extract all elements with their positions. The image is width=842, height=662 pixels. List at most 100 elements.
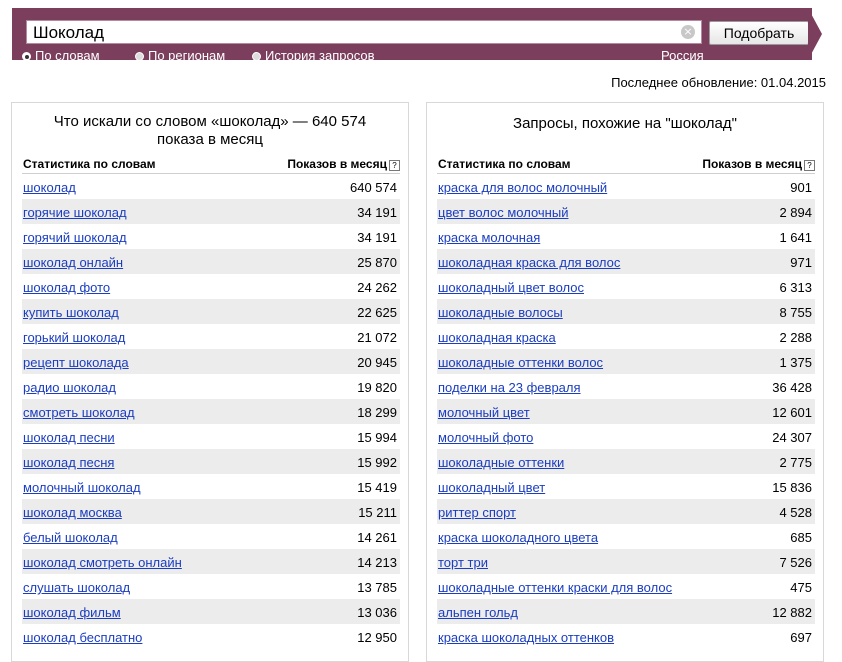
table-header: Статистика по словам Показов в месяц? (437, 155, 815, 174)
table-row: шоколадные оттенки краски для волос 475 (437, 574, 815, 599)
keyword-link[interactable]: шоколад (23, 180, 76, 195)
table-row: риттер спорт 4 528 (437, 499, 815, 524)
keyword-link[interactable]: шоколадный цвет волос (438, 280, 584, 295)
keyword-link[interactable]: шоколадные оттенки (438, 455, 564, 470)
table-row: торт три 7 526 (437, 549, 815, 574)
mode-query-history[interactable]: История запросов (252, 48, 375, 64)
keyword-link[interactable]: горячие шоколад (23, 205, 127, 220)
keyword-link[interactable]: поделки на 23 февраля (438, 380, 581, 395)
search-header: Шоколад × Подобрать По словам По региона… (12, 8, 812, 64)
table-row: шоколад бесплатно 12 950 (22, 624, 400, 649)
table-row: горячие шоколад 34 191 (22, 199, 400, 224)
keyword-link[interactable]: белый шоколад (23, 530, 118, 545)
table-row: слушать шоколад 13 785 (22, 574, 400, 599)
keyword-link[interactable]: шоколад смотреть онлайн (23, 555, 182, 570)
table-row: купить шоколад 22 625 (22, 299, 400, 324)
keyword-link[interactable]: молочный цвет (438, 405, 530, 420)
radio-icon[interactable] (135, 52, 144, 61)
table-row: шоколад 640 574 (22, 174, 400, 199)
table-row: радио шоколад 19 820 (22, 374, 400, 399)
impression-count: 640 574 (350, 180, 397, 195)
radio-icon[interactable] (252, 52, 261, 61)
keyword-link[interactable]: краска шоколадных оттенков (438, 630, 614, 645)
impression-count: 971 (790, 255, 812, 270)
clear-icon[interactable]: × (681, 25, 695, 39)
keyword-link[interactable]: шоколадные волосы (438, 305, 563, 320)
keyword-link[interactable]: альпен гольд (438, 605, 518, 620)
keyword-link[interactable]: шоколадная краска (438, 330, 556, 345)
impression-count: 2 775 (779, 455, 812, 470)
keyword-link[interactable]: горячий шоколад (23, 230, 127, 245)
keyword-link[interactable]: смотреть шоколад (23, 405, 135, 420)
table-body: краска для волос молочный 901 цвет волос м… (437, 174, 815, 649)
table-row: шоколадный цвет 15 836 (437, 474, 815, 499)
help-icon[interactable]: ? (804, 160, 815, 171)
keyword-link[interactable]: шоколад бесплатно (23, 630, 142, 645)
table-row: шоколад песни 15 994 (22, 424, 400, 449)
keyword-link[interactable]: шоколад песня (23, 455, 114, 470)
table-row: шоколадные оттенки 2 775 (437, 449, 815, 474)
keyword-link[interactable]: краска для волос молочный (438, 180, 607, 195)
keyword-link[interactable]: шоколадные оттенки волос (438, 355, 603, 370)
keyword-link[interactable]: шоколад фото (23, 280, 110, 295)
keyword-link[interactable]: краска шоколадного цвета (438, 530, 598, 545)
keyword-link[interactable]: горький шоколад (23, 330, 125, 345)
keyword-link[interactable]: шоколад онлайн (23, 255, 123, 270)
impression-count: 15 419 (357, 480, 397, 495)
mode-by-regions[interactable]: По регионам (135, 48, 225, 64)
keyword-link[interactable]: торт три (438, 555, 488, 570)
search-input[interactable]: Шоколад × (26, 20, 702, 44)
keyword-link[interactable]: шоколад фильм (23, 605, 121, 620)
table-row: краска шоколадных оттенков 697 (437, 624, 815, 649)
panel-title: Что искали со словом «шоколад» — 640 574… (53, 113, 367, 148)
impression-count: 1 641 (779, 230, 812, 245)
impression-count: 18 299 (357, 405, 397, 420)
impression-count: 34 191 (357, 205, 397, 220)
keyword-link[interactable]: шоколадный цвет (438, 480, 545, 495)
keyword-link[interactable]: слушать шоколад (23, 580, 130, 595)
column-header-count-label: Показов в месяц (287, 157, 387, 171)
impression-count: 14 213 (357, 555, 397, 570)
table-row: альпен гольд 12 882 (437, 599, 815, 624)
keyword-link[interactable]: молочный шоколад (23, 480, 141, 495)
keyword-link[interactable]: молочный фото (438, 430, 533, 445)
mode-by-words[interactable]: По словам (22, 48, 100, 64)
impression-count: 8 755 (779, 305, 812, 320)
impression-count: 13 036 (357, 605, 397, 620)
impression-count: 15 211 (358, 505, 397, 520)
region-selector[interactable]: Россия (661, 49, 704, 64)
keyword-link[interactable]: цвет волос молочный (438, 205, 568, 220)
similar-table: Статистика по словам Показов в месяц? кр… (437, 155, 815, 649)
keyword-link[interactable]: шоколадные оттенки краски для волос (438, 580, 672, 595)
table-row: шоколадная краска 2 288 (437, 324, 815, 349)
table-header: Статистика по словам Показов в месяц? (22, 155, 400, 174)
table-row: белый шоколад 14 261 (22, 524, 400, 549)
radio-selected-icon[interactable] (22, 52, 31, 61)
keyword-link[interactable]: шоколад песни (23, 430, 115, 445)
keyword-link[interactable]: купить шоколад (23, 305, 119, 320)
impression-count: 24 307 (772, 430, 812, 445)
keyword-link[interactable]: шоколадная краска для волос (438, 255, 620, 270)
help-icon[interactable]: ? (389, 160, 400, 171)
impression-count: 22 625 (357, 305, 397, 320)
keyword-link[interactable]: краска молочная (438, 230, 540, 245)
table-row: краска для волос молочный 901 (437, 174, 815, 199)
table-row: рецепт шоколада 20 945 (22, 349, 400, 374)
impression-count: 34 191 (357, 230, 397, 245)
submit-button[interactable]: Подобрать (709, 21, 809, 45)
keyword-link[interactable]: рецепт шоколада (23, 355, 129, 370)
mode-label: По регионам (148, 48, 226, 63)
keyword-link[interactable]: шоколад москва (23, 505, 122, 520)
last-updated: Последнее обновление: 01.04.2015 (611, 75, 826, 90)
search-query-text[interactable]: Шоколад (33, 23, 104, 43)
keyword-link[interactable]: риттер спорт (438, 505, 516, 520)
impression-count: 2 288 (779, 330, 812, 345)
keyword-link[interactable]: радио шоколад (23, 380, 116, 395)
impression-count: 36 428 (772, 380, 812, 395)
impression-count: 13 785 (357, 580, 397, 595)
impression-count: 20 945 (357, 355, 397, 370)
impression-count: 4 528 (779, 505, 812, 520)
table-row: молочный шоколад 15 419 (22, 474, 400, 499)
similar-queries-panel: Запросы, похожие на "шоколад" Статистика… (426, 102, 824, 662)
impression-count: 14 261 (357, 530, 397, 545)
